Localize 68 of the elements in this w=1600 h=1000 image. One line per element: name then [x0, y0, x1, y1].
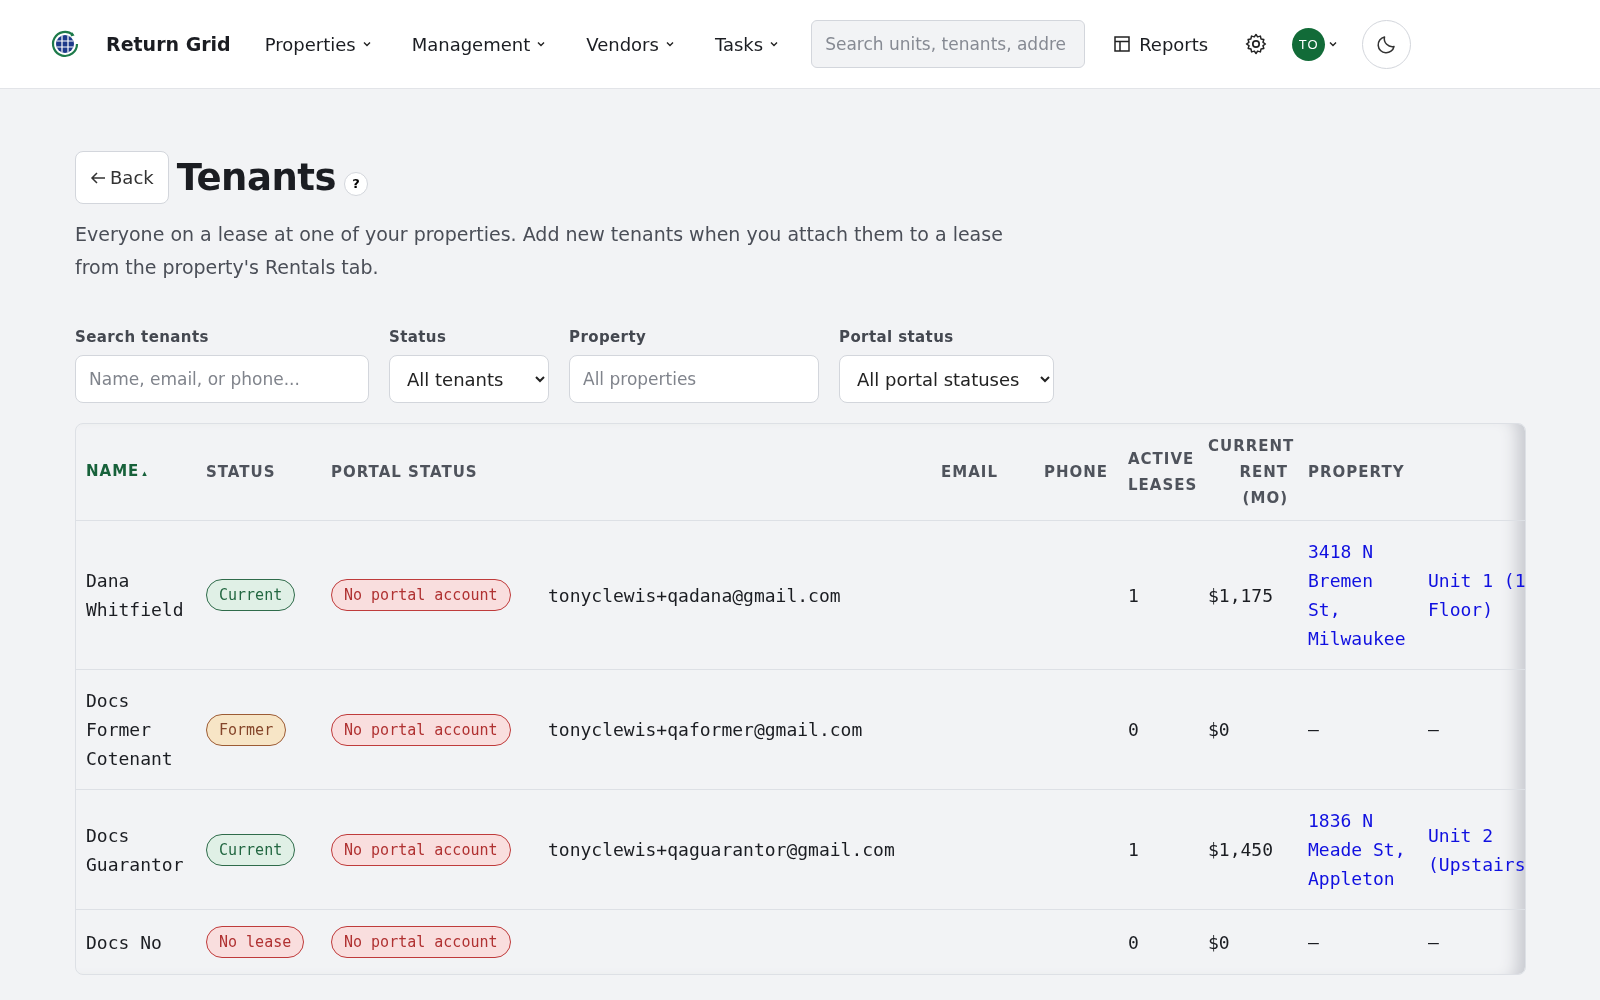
- page-title: Tenants: [176, 156, 336, 199]
- help-button[interactable]: ?: [344, 171, 368, 196]
- table-cell: Docs No: [76, 909, 196, 974]
- filter-label: Status: [389, 328, 448, 346]
- chevron-down-icon: [536, 39, 547, 49]
- table-cell: 1: [1118, 520, 1198, 670]
- table-cell: Dana Whitfield: [76, 520, 196, 670]
- filter-dropdown[interactable]: All portal statuses: [839, 355, 1054, 403]
- status-badge: Current: [206, 579, 296, 611]
- table-cell: 0: [1118, 909, 1198, 974]
- table-cell: —: [1428, 931, 1439, 953]
- brand-name[interactable]: Return Grid: [106, 33, 231, 55]
- column-header[interactable]: PROPERTY: [1298, 424, 1418, 521]
- nav-menu[interactable]: Vendors: [586, 33, 675, 55]
- column-header[interactable]: ACTIVE LEASES: [1118, 424, 1198, 521]
- status-badge: No lease: [206, 926, 305, 958]
- column-header[interactable]: PORTAL STATUS: [321, 424, 538, 521]
- table-cell: $0: [1198, 669, 1298, 790]
- search-field[interactable]: Search units, tenants, addre: [811, 20, 1086, 68]
- nav-menu[interactable]: Management: [411, 33, 547, 55]
- filter-field[interactable]: Name, email, or phone...: [75, 355, 369, 403]
- table-cell: 0: [1118, 669, 1198, 790]
- nav-menu[interactable]: Tasks: [714, 33, 780, 55]
- table-cell: $1,175: [1198, 520, 1298, 670]
- table-cell: 1: [1118, 789, 1198, 910]
- unit-link[interactable]: Unit 2 (Upstairs: [1428, 820, 1525, 879]
- table-cell: tonyclewis+qaformer@gmail.com: [548, 719, 863, 740]
- table-cell: —: [1308, 931, 1319, 953]
- chevron-down-icon: [361, 39, 372, 49]
- column-header[interactable]: NAME ▴: [76, 424, 196, 521]
- filter-label: Property: [569, 328, 648, 346]
- table-cell: tonyclewis+qadana@gmail.com: [548, 584, 841, 606]
- reports-link[interactable]: Reports: [1113, 33, 1209, 55]
- column-header[interactable]: CURRENT RENT (MO): [1198, 424, 1298, 521]
- portal-status-badge: No portal account: [331, 833, 511, 866]
- page-description: Everyone on a lease at one of your properties. Add new tenants when you attach them to a lease from the property's Rentals tab.: [75, 222, 1004, 280]
- moon-icon: [1375, 33, 1398, 55]
- property-link[interactable]: 1836 N Meade St, Appleton: [1308, 806, 1408, 893]
- column-header[interactable]: STATUS: [196, 424, 321, 521]
- status-badge: Current: [206, 833, 296, 866]
- table-cell: $0: [1198, 909, 1298, 974]
- filter-label: Search tenants: [75, 328, 210, 346]
- column-header[interactable]: EMAIL: [538, 424, 1008, 521]
- filter-label: Portal status: [839, 328, 955, 346]
- nav-menu[interactable]: Properties: [264, 33, 372, 55]
- settings-icon[interactable]: [1244, 32, 1269, 56]
- portal-status-badge: No portal account: [331, 579, 511, 611]
- table-cell: Docs Former Cotenant: [76, 669, 196, 790]
- table-cell: —: [1308, 719, 1319, 740]
- portal-status-badge: No portal account: [331, 926, 511, 958]
- chevron-down-icon: [1328, 39, 1339, 49]
- filter-field[interactable]: All properties: [569, 355, 819, 403]
- logo-icon[interactable]: [50, 29, 80, 59]
- column-header[interactable]: PHONE: [1008, 424, 1118, 521]
- table-cell: tonyclewis+qaguarantor@gmail.com: [548, 839, 895, 860]
- table-icon: [1113, 35, 1132, 53]
- status-badge: Former: [206, 713, 287, 746]
- table-cell: Docs Guarantor: [76, 789, 196, 910]
- chevron-down-icon: [769, 39, 780, 49]
- chevron-down-icon: [664, 39, 675, 49]
- table-cell: $1,450: [1198, 789, 1298, 910]
- arrow-left-icon: [90, 170, 106, 185]
- portal-status-badge: No portal account: [331, 713, 511, 746]
- unit-link[interactable]: Unit 1 (1 Floor): [1428, 566, 1525, 624]
- property-link[interactable]: 3418 N Bremen St, Milwaukee: [1308, 537, 1408, 653]
- filter-dropdown[interactable]: All tenants: [389, 355, 549, 403]
- table-cell: —: [1428, 719, 1439, 740]
- back-button[interactable]: Back: [75, 151, 169, 204]
